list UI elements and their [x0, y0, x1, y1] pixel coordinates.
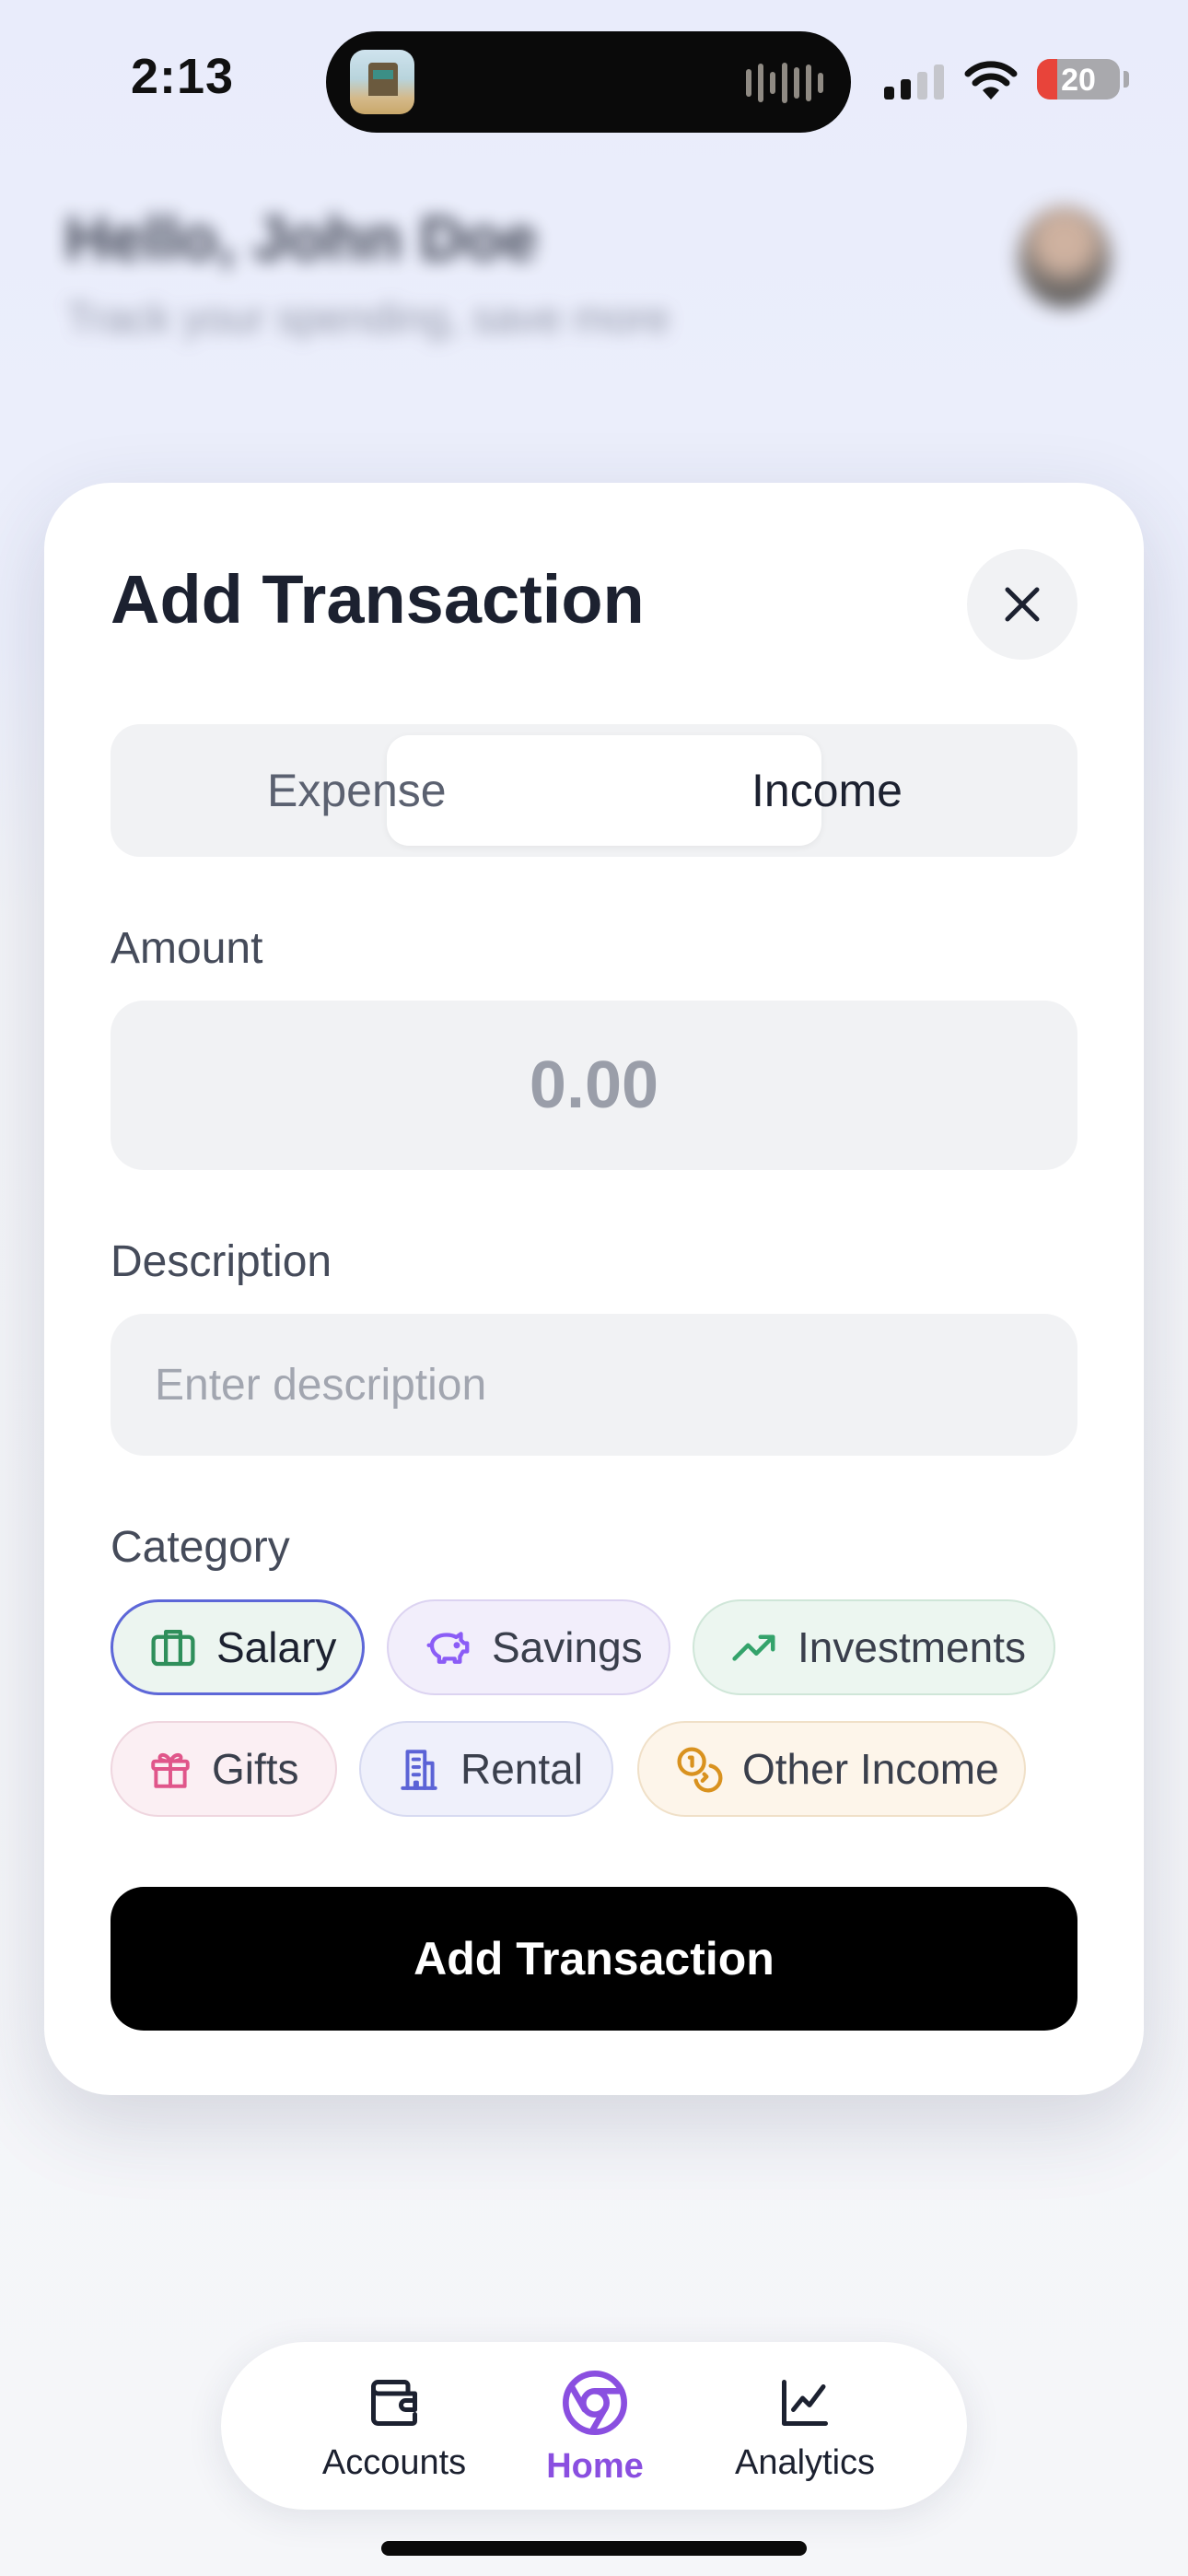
battery-level: 20 [1061, 63, 1096, 98]
line-chart-icon [782, 2380, 828, 2426]
tab-analytics[interactable]: Analytics [704, 2342, 906, 2510]
add-transaction-modal: Add Transaction Expense Income Amount De… [44, 483, 1144, 2095]
category-chip-savings[interactable]: Savings [387, 1599, 670, 1695]
coins-icon [677, 1747, 723, 1793]
battery-icon: 20 [1037, 59, 1120, 100]
category-chip-gifts[interactable]: Gifts [111, 1721, 337, 1817]
chip-label: Investments [798, 1623, 1026, 1671]
trending-up-icon [732, 1634, 775, 1661]
wifi-icon [963, 59, 1019, 106]
tab-expense[interactable]: Expense [267, 724, 447, 857]
tab-label: Accounts [321, 2443, 467, 2482]
description-input[interactable] [111, 1314, 1077, 1456]
audio-waveform-icon [746, 63, 823, 103]
category-chip-rental[interactable]: Rental [359, 1721, 613, 1817]
tab-label: Home [546, 2447, 644, 2486]
greeting-title: Hello, John Doe [64, 204, 538, 274]
chip-label: Gifts [212, 1745, 299, 1793]
wallet-icon [371, 2380, 417, 2426]
chip-label: Savings [492, 1623, 643, 1671]
modal-title: Add Transaction [111, 561, 645, 638]
category-chip-salary[interactable]: Salary [111, 1599, 365, 1695]
amount-label: Amount [111, 924, 263, 973]
category-label: Category [111, 1523, 290, 1572]
amount-field-container [111, 1000, 1077, 1171]
tab-accounts[interactable]: Accounts [293, 2342, 495, 2510]
cellular-signal-icon [884, 64, 944, 100]
add-transaction-button[interactable]: Add Transaction [111, 1887, 1077, 2031]
now-playing-app-icon[interactable] [350, 50, 414, 114]
bottom-tab-bar: Accounts Home Analytics [221, 2342, 967, 2510]
home-indicator[interactable] [381, 2541, 807, 2556]
dynamic-island[interactable] [326, 31, 851, 133]
chip-label: Salary [216, 1623, 337, 1671]
close-button[interactable] [967, 549, 1077, 660]
close-icon [1005, 587, 1040, 622]
gift-icon [151, 1752, 190, 1788]
briefcase-icon [151, 1629, 195, 1667]
amount-input[interactable] [111, 1000, 1077, 1171]
status-time: 2:13 [131, 49, 235, 104]
tab-income[interactable]: Income [751, 724, 903, 857]
chip-label: Other Income [742, 1745, 999, 1793]
home-ring-icon [563, 2371, 627, 2435]
chip-label: Rental [460, 1745, 583, 1793]
tab-home[interactable]: Home [494, 2342, 696, 2510]
greeting-subtitle: Track your spending, save more [66, 294, 670, 342]
description-label: Description [111, 1237, 332, 1286]
category-chip-other-income[interactable]: Other Income [637, 1721, 1026, 1817]
piggy-bank-icon [426, 1632, 470, 1664]
description-field-container [111, 1314, 1077, 1456]
tab-label: Analytics [734, 2443, 876, 2482]
category-chip-investments[interactable]: Investments [693, 1599, 1055, 1695]
avatar [1019, 206, 1111, 308]
building-icon [401, 1750, 437, 1790]
transaction-type-toggle: Expense Income [111, 724, 1077, 857]
